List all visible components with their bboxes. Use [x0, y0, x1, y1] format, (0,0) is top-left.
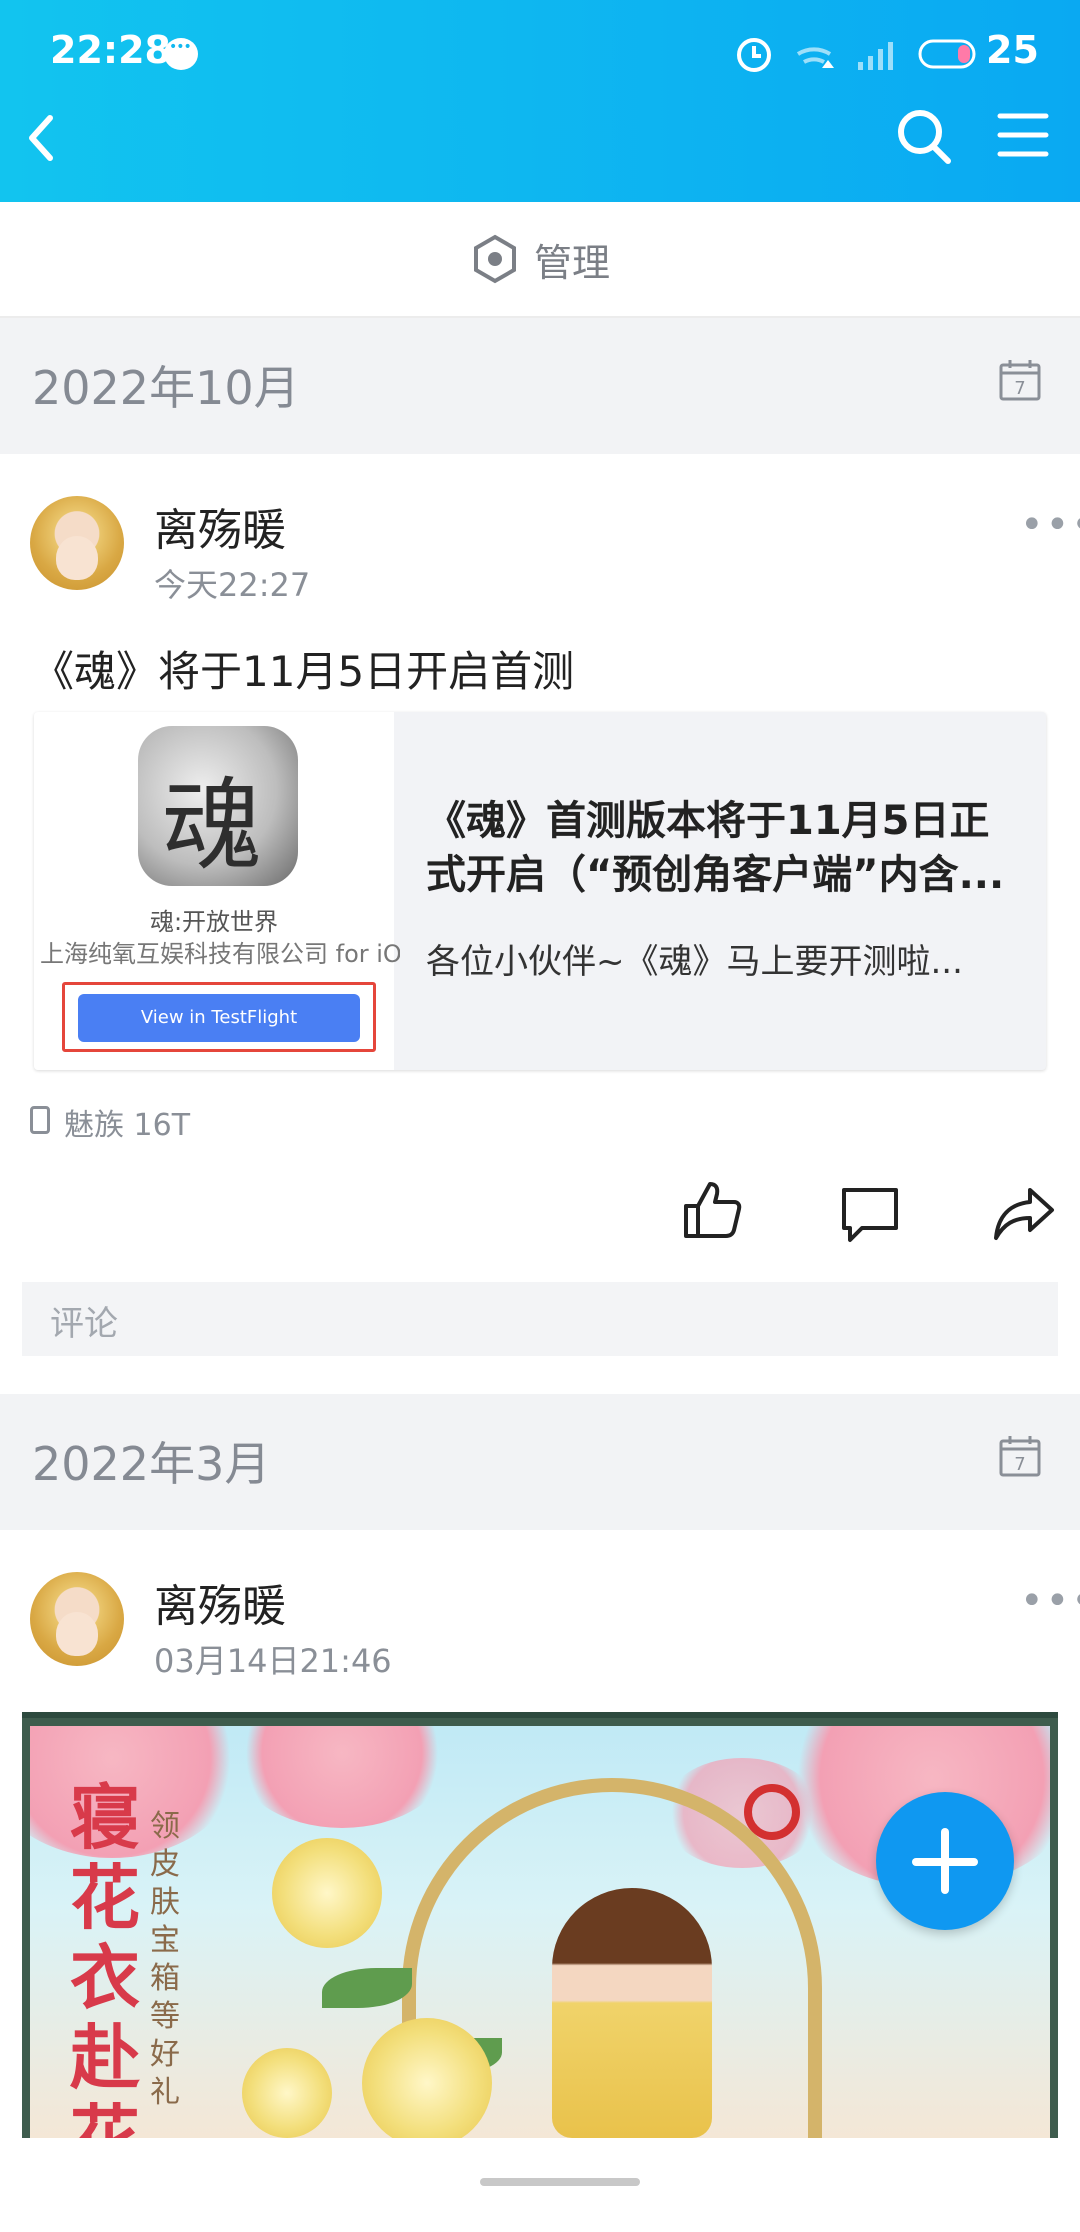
link-title: 《魂》首测版本将于11月5日正式开启（“预创角客户端”内含...: [426, 798, 1005, 898]
testflight-button: View in TestFlight: [78, 994, 360, 1042]
more-options-icon[interactable]: •••: [1020, 502, 1080, 548]
add-post-button[interactable]: [876, 1792, 1014, 1930]
battery-level: 25: [986, 28, 1039, 72]
calendar-icon[interactable]: 7: [998, 358, 1042, 402]
comment-icon[interactable]: [838, 1182, 902, 1246]
app-name: 魂:开放世界: [149, 908, 279, 936]
avatar[interactable]: [30, 1572, 124, 1666]
back-arrow-icon[interactable]: [20, 110, 70, 166]
share-icon[interactable]: [992, 1182, 1056, 1246]
more-options-icon[interactable]: •••: [1020, 1578, 1080, 1624]
link-card[interactable]: 魂 魂:开放世界 上海纯氧互娱科技有限公司 for iOS View in Te…: [34, 712, 1046, 1070]
post-author[interactable]: 离殇暖: [154, 494, 286, 558]
comment-placeholder: 评论: [50, 1304, 118, 1344]
alarm-icon: [737, 38, 771, 72]
post-author[interactable]: 离殇暖: [154, 1570, 286, 1634]
menu-icon[interactable]: [996, 108, 1050, 162]
calendar-icon[interactable]: 7: [998, 1434, 1042, 1478]
phone-icon: [30, 1106, 50, 1134]
svg-text:7: 7: [1014, 1454, 1025, 1475]
like-icon[interactable]: [680, 1178, 744, 1242]
post-time: 03月14日21:46: [154, 1642, 392, 1680]
status-time: 22:28: [50, 28, 171, 72]
app-developer: 上海纯氧互娱科技有限公司 for iOS: [40, 940, 400, 968]
month-label: 2022年10月: [32, 361, 300, 415]
manage-label: 管理: [534, 241, 611, 285]
battery-icon: [918, 39, 976, 69]
link-description: 各位小伙伴~《魂》马上要开测啦...: [426, 942, 963, 982]
wifi-icon: [796, 47, 834, 68]
post-text: 《魂》将于11月5日开启首测: [32, 647, 575, 696]
month-label: 2022年3月: [32, 1437, 271, 1491]
app-icon: 魂: [138, 726, 298, 886]
comment-input[interactable]: [22, 1282, 1058, 1356]
message-notification-icon: [164, 38, 198, 70]
search-icon[interactable]: [896, 106, 952, 166]
signal-icon: [858, 42, 893, 70]
post-image[interactable]: 寝花衣赴花 领皮肤宝箱等好礼: [22, 1712, 1058, 2138]
svg-text:7: 7: [1014, 378, 1025, 399]
avatar[interactable]: [30, 496, 124, 590]
device-label: 魅族 16T: [64, 1108, 191, 1143]
home-indicator[interactable]: [480, 2178, 640, 2186]
hexagon-gear-icon: [474, 234, 516, 284]
post-time: 今天22:27: [154, 566, 311, 604]
